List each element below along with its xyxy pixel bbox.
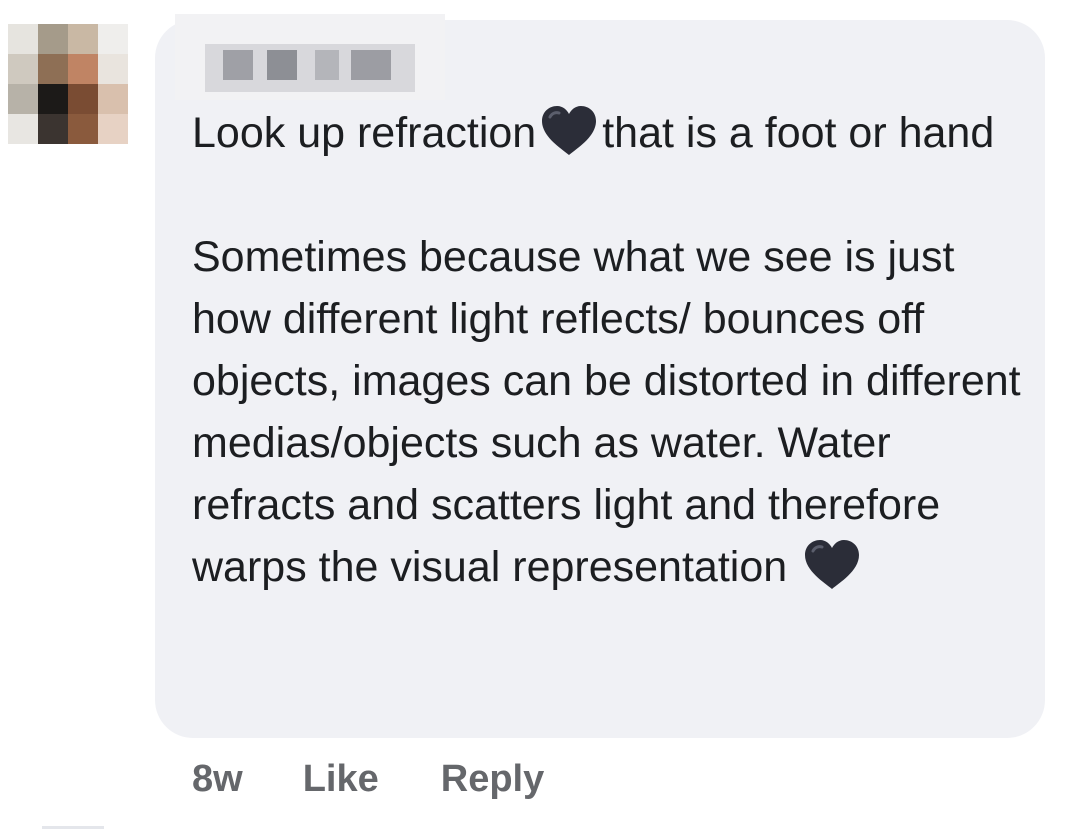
- author-name-blurred[interactable]: [175, 14, 445, 100]
- comment-paragraph-1: Look up refraction that is a foot or hand: [192, 102, 1022, 164]
- avatar[interactable]: [8, 24, 128, 144]
- reply-button[interactable]: Reply: [441, 758, 544, 801]
- like-button[interactable]: Like: [303, 758, 379, 801]
- black-heart-icon: [542, 106, 597, 155]
- timestamp[interactable]: 8w: [192, 758, 243, 801]
- comment-screenshot: Look up refraction that is a foot or hand…: [0, 0, 1080, 831]
- divider: [42, 826, 104, 829]
- black-heart-icon: [805, 540, 860, 589]
- comment-actions: 8w Like Reply: [192, 758, 544, 801]
- comment-body: Look up refraction that is a foot or hand…: [192, 102, 1022, 598]
- comment-text-part: that is a foot or hand: [602, 109, 995, 157]
- comment-text-part: Sometimes because what we see is just ho…: [192, 233, 1021, 591]
- comment-paragraph-2: Sometimes because what we see is just ho…: [192, 226, 1022, 598]
- comment-text-part: Look up refraction: [192, 109, 537, 157]
